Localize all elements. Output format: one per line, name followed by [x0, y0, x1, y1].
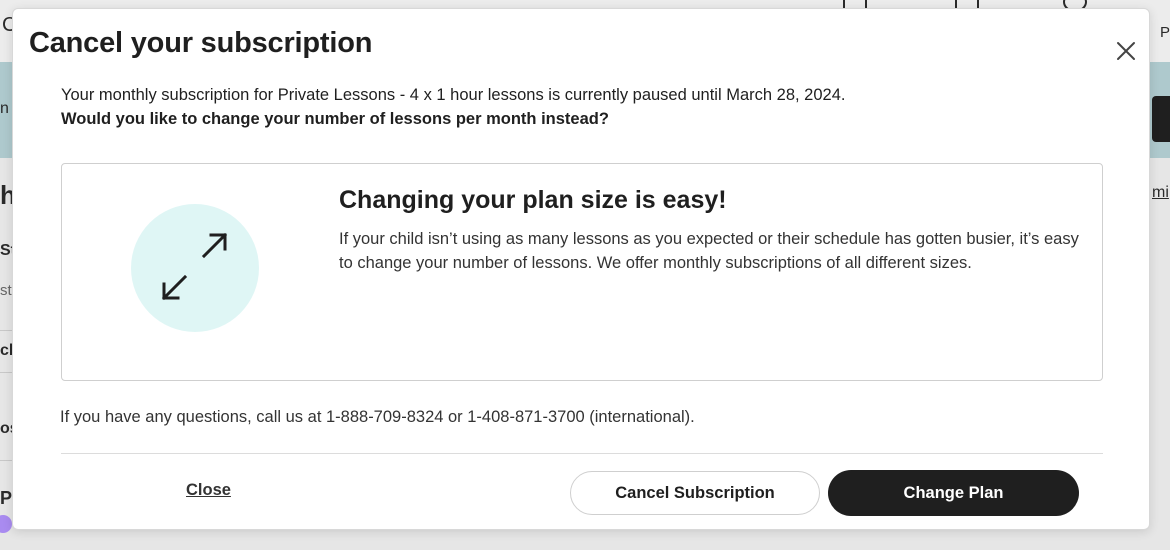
close-button[interactable]: Close [186, 481, 231, 500]
expand-arrows-icon [131, 204, 259, 332]
footer-divider [61, 453, 1103, 454]
cancel-subscription-modal: Cancel your subscription Your monthly su… [12, 8, 1150, 530]
subscription-status: Your monthly subscription for Private Le… [61, 83, 1061, 131]
intro-text: Your monthly subscription for Private Le… [61, 86, 846, 104]
contact-info: If you have any questions, call us at 1-… [60, 408, 695, 426]
modal-title: Cancel your subscription [29, 27, 373, 59]
promo-heading: Changing your plan size is easy! [339, 186, 727, 214]
close-icon[interactable] [1114, 39, 1138, 63]
bg-avatar-dot [0, 515, 12, 533]
bg-nav-fragment: P [1160, 24, 1170, 41]
background-button [1152, 96, 1170, 142]
intro-question: Would you like to change your number of … [61, 110, 609, 128]
bg-value-fragment: st [0, 282, 12, 299]
change-plan-promo-card: Changing your plan size is easy! If your… [61, 163, 1103, 381]
cancel-subscription-button[interactable]: Cancel Subscription [570, 471, 820, 515]
change-plan-button[interactable]: Change Plan [828, 470, 1079, 516]
bg-link-fragment: mi [1152, 184, 1169, 201]
bg-band-fragment: n [0, 100, 9, 117]
promo-body: If your child isn’t using as many lesson… [339, 230, 1079, 272]
